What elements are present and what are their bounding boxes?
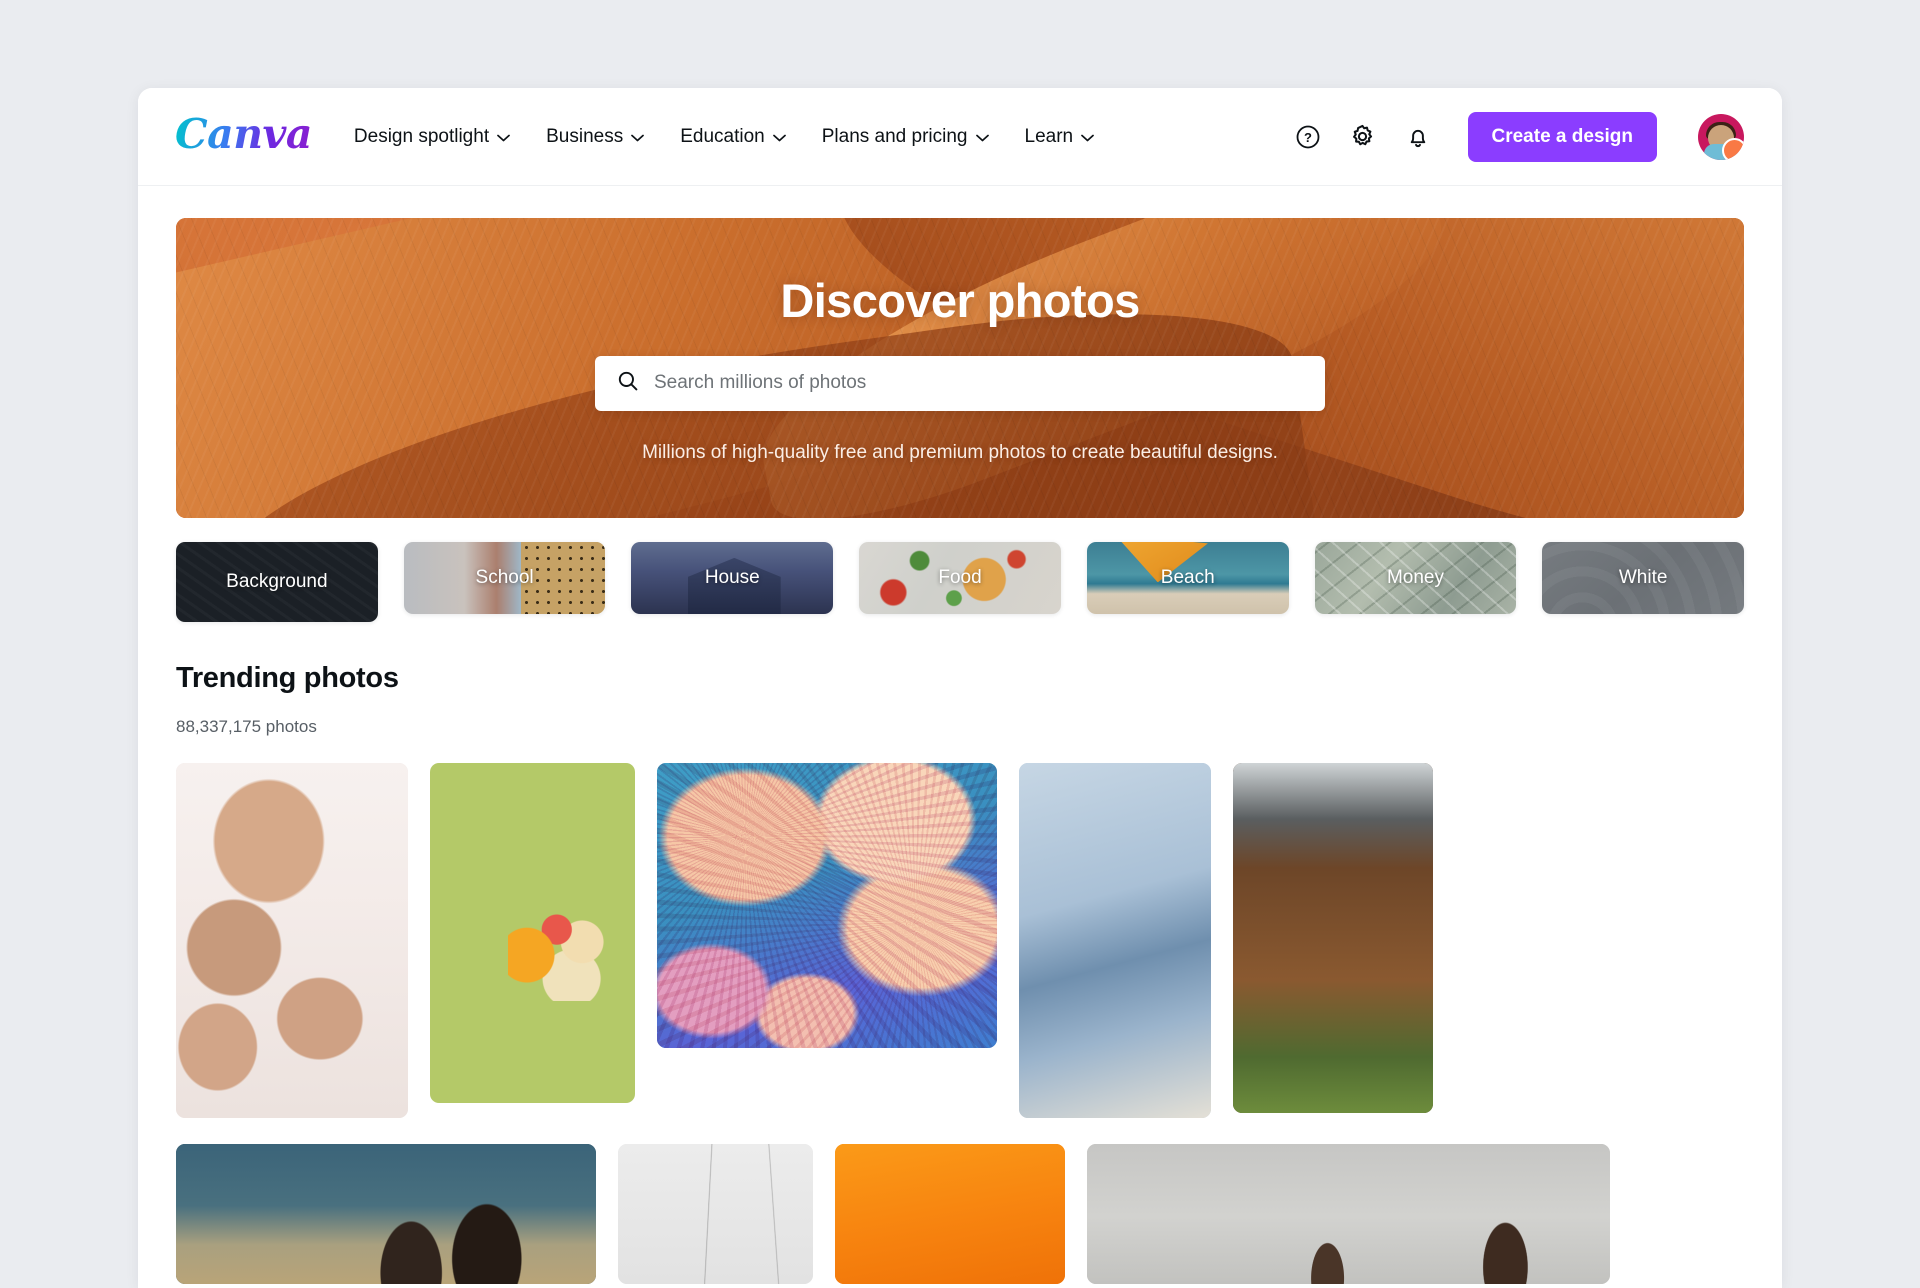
category-chip-money[interactable]: Money xyxy=(1314,542,1517,614)
chip-label: School xyxy=(475,567,534,588)
svg-text:?: ? xyxy=(1304,130,1312,145)
chip-label: Money xyxy=(1386,567,1444,588)
chip-label: Background xyxy=(226,571,328,592)
nav-item-education[interactable]: Education xyxy=(680,126,786,148)
chip-label: White xyxy=(1618,567,1668,588)
category-chips: Background School House Food Beach Money xyxy=(176,542,1745,622)
search-icon xyxy=(617,370,639,397)
photo-grid-row-2 xyxy=(176,1144,1744,1284)
photo-grid-row-1 xyxy=(176,763,1744,1118)
category-chip-school[interactable]: School xyxy=(403,542,606,614)
category-chip-house[interactable]: House xyxy=(631,542,834,614)
chevron-down-icon xyxy=(497,134,510,142)
photo-men-white-shirts[interactable] xyxy=(1087,1144,1610,1284)
site-header: Canva Design spotlight Business Educatio… xyxy=(138,88,1782,186)
chip-label: Food xyxy=(938,567,982,588)
create-a-design-button[interactable]: Create a design xyxy=(1467,111,1657,162)
nav-label: Education xyxy=(680,125,765,147)
photo-sliced-fruit[interactable] xyxy=(430,763,635,1103)
section-title: Trending photos xyxy=(176,662,399,694)
category-chip-beach[interactable]: Beach xyxy=(1086,542,1289,614)
nav-label: Business xyxy=(546,125,624,147)
chevron-down-icon xyxy=(631,134,645,142)
photo-pregnancy-hands[interactable] xyxy=(176,763,408,1118)
help-icon[interactable]: ? xyxy=(1293,122,1323,152)
chevron-down-icon xyxy=(1081,134,1094,142)
app-window: Canva Design spotlight Business Educatio… xyxy=(138,88,1782,1288)
photo-minimal-lines[interactable] xyxy=(618,1144,813,1284)
photo-timber-house-plants[interactable] xyxy=(1233,763,1433,1113)
header-actions: ? Create a design xyxy=(1293,111,1744,162)
hero-banner: Discover photos Millions of high-quality… xyxy=(176,218,1744,518)
photo-beach-friends[interactable] xyxy=(176,1144,596,1284)
photo-neon-mushrooms[interactable] xyxy=(657,763,997,1048)
bell-icon[interactable] xyxy=(1403,122,1433,152)
nav-item-business[interactable]: Business xyxy=(546,125,645,148)
search-input[interactable] xyxy=(654,372,1303,394)
nav-item-plans-and-pricing[interactable]: Plans and pricing xyxy=(822,126,989,148)
nav-label: Learn xyxy=(1024,125,1074,147)
photo-denim-jackets[interactable] xyxy=(1019,763,1211,1118)
user-avatar[interactable] xyxy=(1698,113,1744,160)
chip-label: Beach xyxy=(1160,567,1215,588)
nav-item-design-spotlight[interactable]: Design spotlight xyxy=(354,126,510,148)
gear-icon[interactable] xyxy=(1348,122,1378,152)
page-title: Discover photos xyxy=(780,273,1140,327)
nav-label: Design spotlight xyxy=(353,125,490,147)
main-nav: Design spotlight Business Education Plan… xyxy=(354,126,1094,148)
chevron-down-icon xyxy=(772,134,786,142)
page-content: Discover photos Millions of high-quality… xyxy=(138,218,1782,1284)
canva-logo[interactable]: Canva xyxy=(175,114,312,159)
photo-count: 88,337,175 photos xyxy=(176,717,317,736)
category-chip-background[interactable]: Background xyxy=(176,542,378,622)
hero-subtitle: Millions of high-quality free and premiu… xyxy=(642,441,1278,463)
chip-label: House xyxy=(704,567,760,588)
avatar-status-dot xyxy=(1722,137,1744,160)
nav-label: Plans and pricing xyxy=(821,125,968,147)
photo-orange-gradient[interactable] xyxy=(835,1144,1065,1284)
category-chip-food[interactable]: Food xyxy=(859,542,1061,614)
photo-search-bar[interactable] xyxy=(595,355,1325,411)
category-chip-white[interactable]: White xyxy=(1542,542,1745,614)
nav-item-learn[interactable]: Learn xyxy=(1025,126,1095,148)
chevron-down-icon xyxy=(975,134,989,142)
